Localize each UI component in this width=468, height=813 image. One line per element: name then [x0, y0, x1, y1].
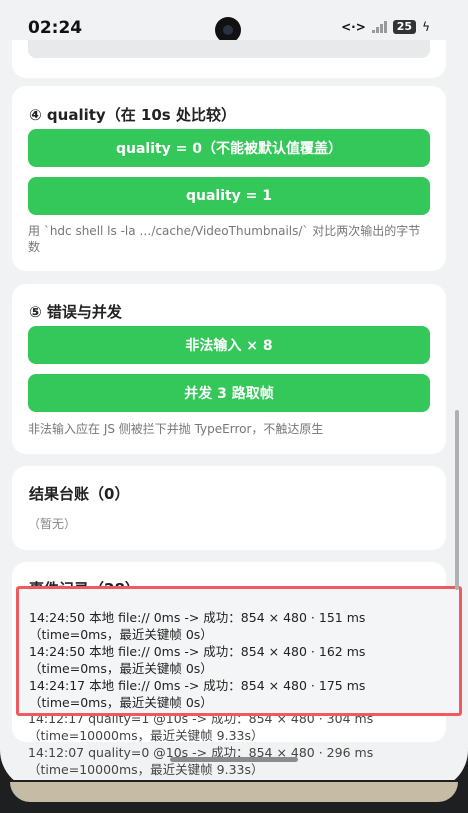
quality-hint: 用 `hdc shell ls -la …/cache/VideoThumbna… — [28, 224, 421, 254]
phone-screen: 02:24 <·> 25 ϟ ④ quality（在 10s 处比较） qual… — [0, 0, 468, 790]
battery-icon: 25 — [392, 20, 417, 34]
highlight-box: 14:24:50 本地 file:// 0ms -> 成功：854 × 480 … — [16, 586, 462, 716]
error-concurrency-card: ⑤ 错误与并发 非法输入 × 8 并发 3 路取帧 非法输入应在 JS 侧被拦下… — [12, 284, 446, 454]
highlighted-log-entry: 14:24:50 本地 file:// 0ms -> 成功：854 × 480 … — [29, 644, 366, 676]
concurrent-frames-button[interactable]: 并发 3 路取帧 — [28, 374, 430, 412]
scrollbar[interactable] — [455, 410, 459, 590]
ledger-empty-text: （暂无） — [28, 517, 77, 531]
error-card-title: ⑤ 错误与并发 — [29, 303, 122, 321]
invalid-input-button[interactable]: 非法输入 × 8 — [28, 326, 430, 364]
error-hint: 非法输入应在 JS 侧被拦下并抛 TypeError，不触达原生 — [28, 422, 324, 436]
ledger-title: 结果台账（0） — [29, 485, 130, 503]
charging-icon: ϟ — [422, 20, 430, 34]
hotspot-icon: <·> — [341, 20, 366, 34]
highlighted-log-entry: 14:24:17 本地 file:// 0ms -> 成功：854 × 480 … — [29, 678, 366, 710]
status-icons: <·> 25 ϟ — [341, 20, 430, 34]
signal-icon — [371, 21, 387, 33]
highlighted-log-entry: 14:24:50 本地 file:// 0ms -> 成功：854 × 480 … — [29, 610, 366, 642]
result-ledger-card: 结果台账（0） （暂无） — [12, 466, 446, 550]
previous-card-field — [28, 40, 430, 58]
home-indicator[interactable] — [170, 757, 298, 762]
quality-1-button[interactable]: quality = 1 — [28, 177, 430, 215]
quality-card-title: ④ quality（在 10s 处比较） — [29, 106, 236, 124]
previous-card — [12, 40, 446, 78]
status-time: 02:24 — [28, 18, 83, 38]
quality-0-button[interactable]: quality = 0（不能被默认值覆盖） — [28, 129, 430, 167]
quality-card: ④ quality（在 10s 处比较） quality = 0（不能被默认值覆… — [12, 86, 446, 271]
device-frame-edge — [10, 782, 458, 802]
